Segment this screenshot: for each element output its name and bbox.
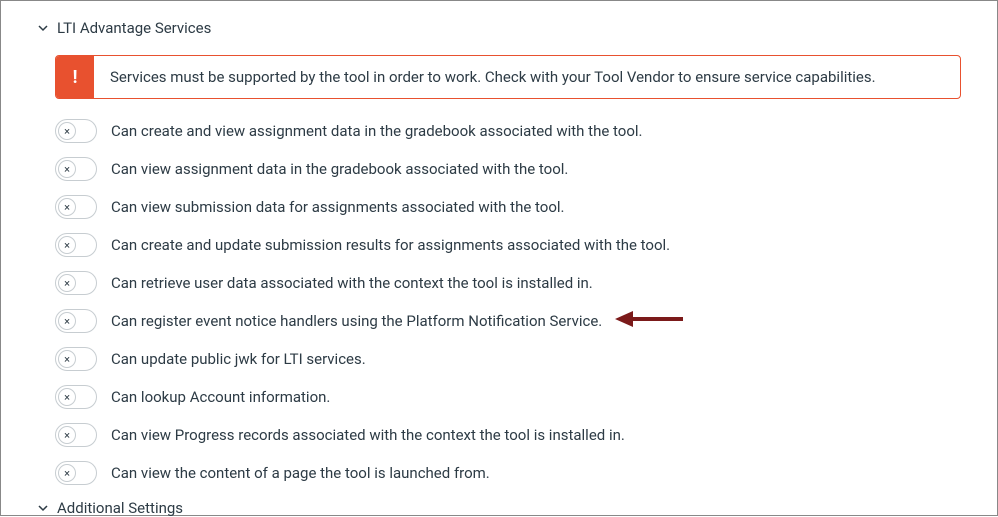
- arrow-left-icon: [615, 308, 685, 334]
- service-row: × Can update public jwk for LTI services.: [55, 347, 961, 371]
- service-row: × Can create and update submission result…: [55, 233, 961, 257]
- x-icon: ×: [58, 274, 76, 292]
- service-label: Can view Progress records associated wit…: [111, 426, 625, 444]
- x-icon: ×: [58, 236, 76, 254]
- section-header-additional[interactable]: Additional Settings: [37, 499, 961, 517]
- service-label: Can register event notice handlers using…: [111, 312, 602, 330]
- service-row: × Can register event notice handlers usin…: [55, 309, 961, 333]
- service-toggle[interactable]: ×: [55, 271, 97, 295]
- section-title-lti: LTI Advantage Services: [57, 19, 211, 37]
- service-row: × Can lookup Account information.: [55, 385, 961, 409]
- x-icon: ×: [58, 464, 76, 482]
- service-row: × Can retrieve user data associated with …: [55, 271, 961, 295]
- service-label: Can create and view assignment data in t…: [111, 122, 642, 140]
- alert-box: ! Services must be supported by the tool…: [55, 55, 961, 99]
- service-label: Can create and update submission results…: [111, 236, 670, 254]
- x-icon: ×: [58, 198, 76, 216]
- service-toggle[interactable]: ×: [55, 423, 97, 447]
- exclamation-icon: !: [56, 56, 94, 98]
- service-toggle[interactable]: ×: [55, 119, 97, 143]
- service-label: Can view assignment data in the gradeboo…: [111, 160, 568, 178]
- chevron-down-icon: [37, 502, 49, 514]
- service-label: Can retrieve user data associated with t…: [111, 274, 593, 292]
- service-list: × Can create and view assignment data in …: [55, 119, 961, 485]
- service-label: Can view submission data for assignments…: [111, 198, 564, 216]
- service-row: × Can create and view assignment data in …: [55, 119, 961, 143]
- x-icon: ×: [58, 160, 76, 178]
- service-label: Can update public jwk for LTI services.: [111, 350, 366, 368]
- x-icon: ×: [58, 426, 76, 444]
- service-toggle[interactable]: ×: [55, 233, 97, 257]
- x-icon: ×: [58, 312, 76, 330]
- service-toggle[interactable]: ×: [55, 157, 97, 181]
- service-toggle[interactable]: ×: [55, 195, 97, 219]
- service-row: × Can view assignment data in the gradebo…: [55, 157, 961, 181]
- service-toggle[interactable]: ×: [55, 309, 97, 333]
- section-title-additional: Additional Settings: [57, 499, 183, 517]
- service-toggle[interactable]: ×: [55, 461, 97, 485]
- section-header-lti[interactable]: LTI Advantage Services: [37, 19, 961, 37]
- service-toggle[interactable]: ×: [55, 347, 97, 371]
- x-icon: ×: [58, 350, 76, 368]
- service-label: Can view the content of a page the tool …: [111, 464, 490, 482]
- alert-text: Services must be supported by the tool i…: [94, 56, 892, 98]
- service-row: × Can view submission data for assignment…: [55, 195, 961, 219]
- x-icon: ×: [58, 122, 76, 140]
- chevron-down-icon: [37, 22, 49, 34]
- x-icon: ×: [58, 388, 76, 406]
- service-toggle[interactable]: ×: [55, 385, 97, 409]
- service-label: Can lookup Account information.: [111, 388, 330, 406]
- service-row: × Can view the content of a page the tool…: [55, 461, 961, 485]
- service-row: × Can view Progress records associated wi…: [55, 423, 961, 447]
